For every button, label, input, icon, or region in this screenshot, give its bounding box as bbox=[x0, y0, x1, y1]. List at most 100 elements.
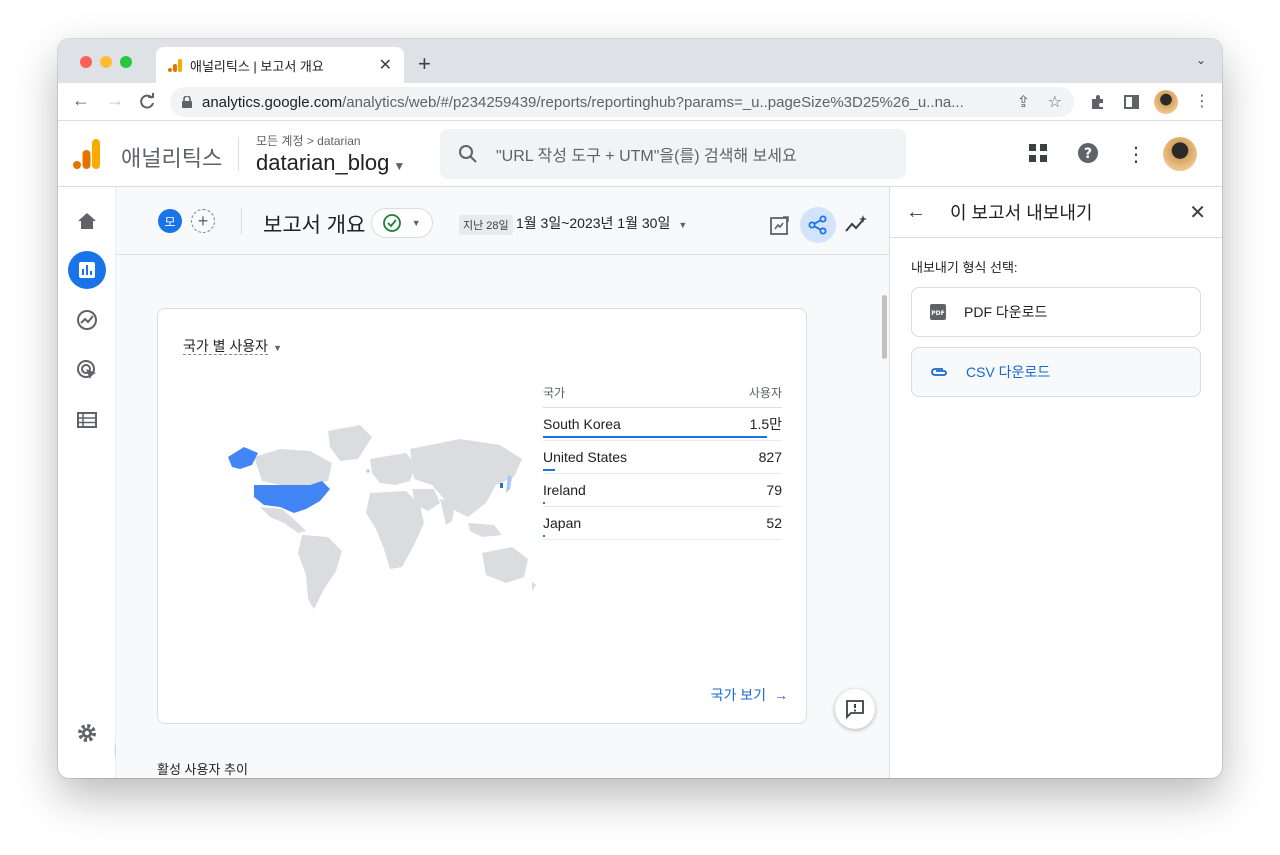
explore-icon bbox=[77, 310, 97, 330]
report-main: 모 + 보고서 개요 ▼ 지난 28일 1월 3일~2023년 1월 30일▼ bbox=[116, 187, 889, 778]
attachment-icon bbox=[931, 368, 947, 376]
chevron-down-icon: ▼ bbox=[393, 159, 406, 173]
map-region-alaska[interactable] bbox=[228, 447, 258, 469]
help-icon[interactable]: ? bbox=[1077, 142, 1099, 164]
back-arrow-icon[interactable]: ← bbox=[906, 201, 926, 224]
analytics-favicon-icon bbox=[168, 59, 182, 72]
comparison-chip[interactable]: 모 bbox=[158, 209, 182, 233]
insights-sparkle-icon bbox=[845, 215, 867, 232]
pdf-download-button[interactable]: PDF PDF 다운로드 bbox=[911, 287, 1201, 337]
search-placeholder: "URL 작성 도구 + UTM"을(를) 검색해 보세요 bbox=[496, 148, 797, 165]
close-window-button[interactable] bbox=[80, 56, 92, 68]
close-icon[interactable]: ✕ bbox=[1189, 200, 1206, 225]
share-report-button[interactable] bbox=[800, 207, 836, 243]
country-name: South Korea bbox=[543, 416, 621, 432]
forward-icon[interactable]: → bbox=[106, 90, 124, 111]
browser-window: 애널리틱스 | 보고서 개요 ✕ + ⌄ ← → analytics.googl… bbox=[58, 39, 1222, 778]
table-row[interactable]: Ireland 79 bbox=[543, 474, 782, 507]
page-title: 보고서 개요 bbox=[263, 214, 366, 237]
advertising-target-icon bbox=[77, 360, 96, 379]
country-name: Japan bbox=[543, 515, 582, 531]
scrollbar[interactable] bbox=[882, 295, 887, 359]
apps-grid-icon[interactable] bbox=[1028, 143, 1048, 163]
table-row[interactable]: South Korea 1.5만 bbox=[543, 408, 782, 441]
column-header-users: 사용자 bbox=[748, 386, 782, 400]
plus-icon: + bbox=[197, 210, 209, 231]
insights-button[interactable] bbox=[838, 207, 874, 243]
table-header: 국가 사용자 bbox=[543, 384, 782, 408]
date-range-picker[interactable]: 1월 3일~2023년 1월 30일 ▼ bbox=[516, 213, 687, 233]
nav-advertising[interactable] bbox=[68, 351, 106, 389]
account-avatar[interactable] bbox=[1163, 137, 1197, 171]
browser-menu-icon[interactable]: ⋮ bbox=[1194, 91, 1210, 111]
reload-icon[interactable] bbox=[138, 93, 156, 111]
profile-avatar[interactable] bbox=[1154, 90, 1178, 114]
table-row[interactable]: Japan 52 bbox=[543, 507, 782, 540]
url-text: analytics.google.com/analytics/web/#/p23… bbox=[202, 93, 964, 111]
feedback-icon bbox=[846, 700, 864, 719]
more-vert-icon[interactable]: ⋮ bbox=[1126, 142, 1146, 167]
address-bar[interactable]: analytics.google.com/analytics/web/#/p23… bbox=[170, 87, 1074, 117]
tab-search-icon[interactable]: ⌄ bbox=[1196, 53, 1206, 67]
product-name: 애널리틱스 bbox=[121, 146, 223, 171]
pdf-download-label: PDF 다운로드 bbox=[964, 304, 1048, 320]
extensions-icon[interactable] bbox=[1090, 94, 1106, 110]
share-page-icon[interactable]: ⇪ bbox=[1017, 92, 1030, 112]
add-comparison-button[interactable]: + bbox=[191, 209, 215, 233]
search-bar[interactable]: "URL 작성 도구 + UTM"을(를) 검색해 보세요 bbox=[440, 129, 906, 179]
search-icon bbox=[459, 145, 477, 163]
minimize-window-button[interactable] bbox=[100, 56, 112, 68]
view-countries-link[interactable]: 국가 보기 → bbox=[711, 685, 788, 705]
tab-title: 애널리틱스 | 보고서 개요 bbox=[190, 58, 324, 74]
user-count: 827 bbox=[758, 449, 782, 465]
nav-configure[interactable] bbox=[68, 401, 106, 439]
card-title-dropdown[interactable]: 국가 별 사용자 ▼ bbox=[183, 336, 282, 356]
bookmark-star-icon[interactable]: ☆ bbox=[1048, 92, 1062, 112]
nav-admin[interactable] bbox=[68, 714, 106, 752]
table-row[interactable]: United States 827 bbox=[543, 441, 782, 474]
export-panel: ← 이 보고서 내보내기 ✕ 내보내기 형식 선택: PDF PDF 다운로드 … bbox=[889, 187, 1222, 778]
caret-down-icon: ▼ bbox=[273, 343, 282, 353]
share-bar bbox=[543, 469, 556, 471]
section-title: 활성 사용자 추이 bbox=[157, 762, 248, 777]
share-bar bbox=[543, 535, 545, 537]
account-breadcrumb[interactable]: 모든 계정 > datarian bbox=[256, 132, 361, 149]
caret-down-icon: ▼ bbox=[678, 220, 688, 230]
back-icon[interactable]: ← bbox=[72, 90, 90, 111]
user-count: 79 bbox=[766, 482, 782, 498]
lock-icon[interactable] bbox=[182, 96, 192, 108]
csv-download-label: CSV 다운로드 bbox=[966, 364, 1051, 380]
users-by-country-card: 국가 별 사용자 ▼ 국가 사용자 South Korea 1.5만 Unite… bbox=[157, 308, 807, 724]
pdf-file-icon: PDF bbox=[930, 304, 946, 320]
new-tab-button[interactable]: + bbox=[418, 51, 431, 77]
analytics-header: 애널리틱스 모든 계정 > datarian datarian_blog ▼ "U… bbox=[58, 121, 1222, 187]
customize-report-button[interactable] bbox=[762, 207, 798, 243]
edit-chart-icon bbox=[770, 216, 789, 235]
map-region-greenland bbox=[328, 425, 372, 461]
map-region-ireland[interactable] bbox=[366, 469, 370, 473]
browser-tab[interactable]: 애널리틱스 | 보고서 개요 ✕ bbox=[156, 47, 404, 83]
nav-home[interactable] bbox=[68, 202, 106, 240]
nav-reports[interactable] bbox=[68, 251, 106, 289]
analytics-logo-icon[interactable] bbox=[73, 139, 101, 169]
check-circle-icon bbox=[383, 214, 402, 232]
side-panel-icon[interactable] bbox=[1124, 95, 1139, 109]
map-region-india bbox=[440, 499, 456, 525]
report-status-dropdown[interactable]: ▼ bbox=[371, 208, 433, 238]
close-tab-icon[interactable]: ✕ bbox=[379, 55, 392, 75]
nav-explore[interactable] bbox=[68, 301, 106, 339]
reports-chart-icon bbox=[79, 262, 95, 278]
column-header-country: 국가 bbox=[543, 386, 566, 400]
home-icon bbox=[78, 213, 96, 229]
svg-text:?: ? bbox=[1084, 146, 1092, 162]
panel-title: 이 보고서 내보내기 bbox=[950, 203, 1093, 223]
browser-toolbar: ← → analytics.google.com/analytics/web/#… bbox=[58, 83, 1222, 121]
share-icon bbox=[808, 215, 827, 235]
feedback-button[interactable] bbox=[835, 689, 875, 729]
property-selector[interactable]: datarian_blog ▼ bbox=[256, 150, 405, 176]
list-icon bbox=[77, 412, 97, 428]
csv-download-button[interactable]: CSV 다운로드 bbox=[911, 347, 1201, 397]
maximize-window-button[interactable] bbox=[120, 56, 132, 68]
map-region-south-korea[interactable] bbox=[500, 483, 503, 488]
map-region-south-america bbox=[298, 535, 342, 609]
